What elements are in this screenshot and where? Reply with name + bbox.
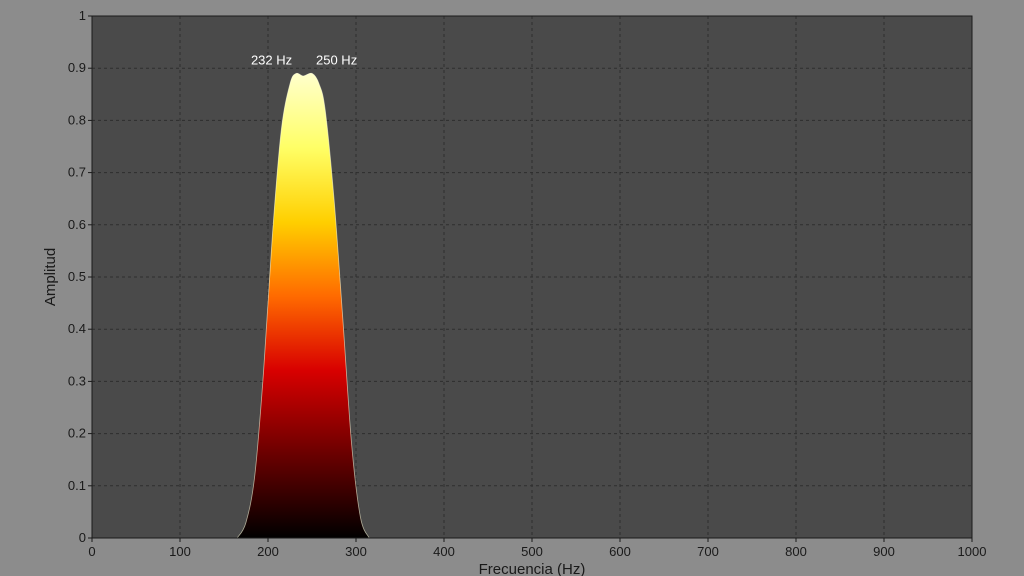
y-tick-label: 0.3 [68, 373, 86, 388]
x-axis-title: Frecuencia (Hz) [479, 561, 586, 576]
y-tick-label: 0.7 [68, 165, 86, 180]
x-tick-label: 600 [609, 544, 631, 559]
y-tick-label: 0.8 [68, 112, 86, 127]
x-tick-label: 700 [697, 544, 719, 559]
y-tick-label: 0.5 [68, 269, 86, 284]
x-axis-ticks: 0 100 200 300 400 500 600 700 800 900 1000 [88, 538, 986, 559]
y-tick-label: 0.1 [68, 478, 86, 493]
x-tick-label: 300 [345, 544, 367, 559]
x-tick-label: 800 [785, 544, 807, 559]
x-tick-label: 400 [433, 544, 455, 559]
peak-label: 250 Hz [316, 52, 357, 67]
y-tick-label: 0.9 [68, 60, 86, 75]
chart-root: 0 100 200 300 400 500 600 700 800 900 1000 0 0.1 0.2… [42, 8, 986, 576]
peak-label: 232 Hz [251, 52, 292, 67]
y-axis-ticks: 0 0.1 0.2 0.3 0.4 0.5 0.6 0.7 0.8 0.9 1 [68, 8, 92, 545]
y-tick-label: 0 [79, 530, 86, 545]
y-tick-label: 0.2 [68, 426, 86, 441]
x-tick-label: 200 [257, 544, 279, 559]
y-axis-title: Amplitud [42, 248, 59, 306]
y-tick-label: 0.6 [68, 217, 86, 232]
y-tick-label: 1 [79, 8, 86, 23]
x-tick-label: 100 [169, 544, 191, 559]
x-tick-label: 900 [873, 544, 895, 559]
y-tick-label: 0.4 [68, 321, 86, 336]
x-tick-label: 0 [88, 544, 95, 559]
x-tick-label: 1000 [958, 544, 987, 559]
x-tick-label: 500 [521, 544, 543, 559]
